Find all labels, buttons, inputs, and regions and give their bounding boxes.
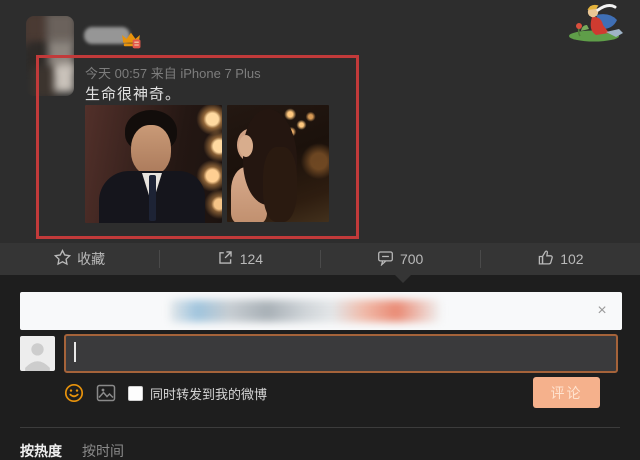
comment-sort-tabs: 按热度 按时间 [20, 441, 124, 460]
repost-icon [217, 249, 234, 269]
photo-detail [149, 175, 156, 221]
banner-redacted-content [170, 300, 440, 322]
close-icon[interactable]: × [592, 301, 612, 321]
repost-checkbox[interactable] [128, 385, 143, 401]
star-icon [54, 249, 72, 269]
like-count: 102 [560, 251, 584, 267]
insert-image-icon[interactable] [96, 384, 116, 402]
like-button[interactable]: 102 [481, 243, 640, 275]
commenter-avatar-placeholder [20, 336, 55, 371]
weibo-dark-post-screen: 今天 00:57 来自 iPhone 7 Plus 生命很神奇。 收藏 124 … [0, 0, 640, 460]
tab-sort-by-time[interactable]: 按时间 [82, 441, 124, 460]
comment-icon [377, 249, 394, 269]
tab-sort-by-hot[interactable]: 按热度 [20, 441, 62, 460]
post-section: 今天 00:57 来自 iPhone 7 Plus 生命很神奇。 [0, 0, 640, 243]
favorite-button[interactable]: 收藏 [0, 243, 159, 275]
photo-detail [239, 135, 253, 157]
favorite-label: 收藏 [77, 251, 106, 267]
notice-banner: × [20, 292, 622, 330]
post-action-bar: 收藏 124 700 102 [0, 243, 640, 283]
thumbs-up-icon [537, 249, 554, 269]
vip-crown-icon [121, 31, 141, 54]
text-caret [74, 342, 76, 362]
post-timestamp: 今天 00:57 来自 iPhone 7 Plus [85, 66, 261, 81]
repost-count: 124 [239, 251, 264, 267]
post-photo-woman-portrait[interactable] [227, 105, 329, 222]
comment-panel: × 同时转发到我的微博 评论 按热度 按时间 [0, 275, 640, 460]
submit-comment-button[interactable]: 评论 [533, 377, 600, 408]
post-photo-grid [85, 105, 329, 223]
emoji-smiley-icon[interactable] [64, 383, 84, 403]
comment-count: 700 [399, 251, 424, 267]
photo-detail [263, 147, 297, 222]
active-section-pointer [395, 275, 411, 283]
repost-checkbox-label: 同时转发到我的微博 [150, 386, 268, 402]
comment-input[interactable] [64, 334, 618, 373]
post-photo-man-portrait[interactable] [85, 105, 222, 223]
comment-button[interactable]: 700 [321, 243, 480, 275]
mascot-illustration [566, 2, 632, 49]
photo-detail [131, 125, 171, 175]
repost-button[interactable]: 124 [160, 243, 319, 275]
user-avatar[interactable] [26, 16, 74, 96]
post-content-text: 生命很神奇。 [85, 86, 182, 103]
composer-toolbar: 同时转发到我的微博 评论 [64, 377, 618, 409]
divider [20, 427, 620, 428]
